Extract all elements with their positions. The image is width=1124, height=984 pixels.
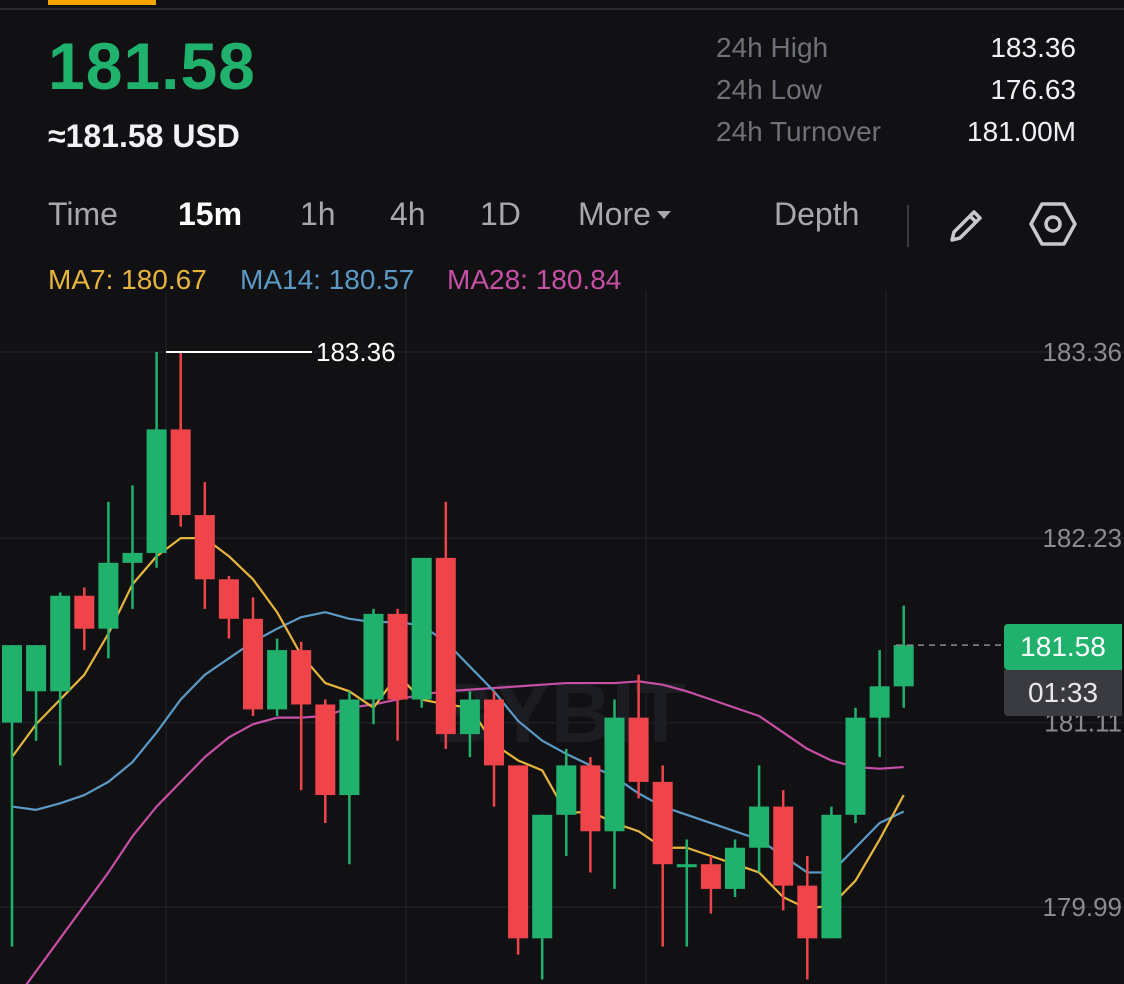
chart-overlay: 183.36 — [166, 337, 1004, 646]
candle-body — [2, 645, 22, 723]
candle-body — [508, 765, 529, 939]
top-border — [0, 0, 1124, 10]
candle-body — [532, 814, 553, 939]
candle-body — [291, 650, 312, 705]
candle-body — [604, 717, 625, 832]
candle-body — [339, 699, 360, 796]
candle-body — [98, 562, 119, 629]
tab-depth[interactable]: Depth — [774, 196, 859, 233]
tab-more-label: More — [578, 196, 651, 232]
countdown-badge: 01:33 — [1004, 670, 1122, 716]
last-price: 181.58 — [48, 29, 256, 103]
candle-body — [725, 847, 745, 889]
candle-body — [170, 429, 191, 516]
last-price-badge: 181.58 — [1004, 624, 1122, 670]
candle-body — [363, 613, 384, 700]
candle-body — [628, 717, 649, 782]
tab-1d[interactable]: 1D — [480, 196, 521, 233]
high-marker-label: 183.36 — [316, 337, 396, 367]
tab-more[interactable]: More — [578, 196, 671, 233]
candle-body — [315, 704, 336, 796]
stat-24h-high-value: 183.36 — [990, 32, 1076, 63]
candle-body — [459, 699, 480, 735]
candle-body — [243, 618, 263, 710]
stat-24h-high-label: 24h High — [716, 32, 829, 63]
moving-average-lines — [11, 537, 905, 984]
candle-body — [821, 814, 842, 939]
settings-hexagon-icon[interactable] — [1029, 200, 1077, 253]
candle-body — [194, 515, 215, 580]
stat-24h-turnover-label: 24h Turnover — [716, 116, 881, 147]
active-indicator — [48, 0, 156, 5]
candle-body — [869, 686, 890, 718]
candle-body — [387, 613, 408, 700]
candle-body — [146, 429, 167, 553]
y-axis-tick-label: 179.99 — [1042, 892, 1122, 922]
candle-body — [50, 595, 71, 692]
candle-body — [484, 699, 504, 766]
candle-body — [700, 864, 721, 889]
candle-body — [676, 864, 697, 868]
candle-body — [435, 557, 456, 735]
candle-body — [556, 765, 577, 815]
candle-body — [893, 645, 914, 687]
y-axis-tick-label: 182.23 — [1042, 523, 1122, 553]
candle-body — [773, 806, 794, 886]
pencil-icon[interactable] — [944, 202, 990, 253]
toolbar-divider — [907, 205, 909, 247]
candle-body — [749, 806, 770, 848]
stat-24h-low-value: 176.63 — [990, 74, 1076, 105]
candle-body — [122, 552, 143, 563]
stat-24h-turnover-value: 181.00M — [967, 116, 1076, 147]
candle-body — [218, 579, 239, 619]
candle-body — [652, 781, 673, 865]
chart-grid: 183.36182.23181.11179.99 — [0, 292, 1124, 984]
candle-body — [845, 717, 866, 815]
candlestick-chart[interactable]: 183.36182.23181.11179.99 BYBIT 183.36 — [0, 292, 1124, 984]
y-axis-tick-label: 183.36 — [1042, 337, 1122, 367]
caret-down-icon — [656, 210, 671, 219]
tab-time[interactable]: Time — [48, 196, 118, 233]
candle-body — [26, 645, 47, 692]
tab-4h[interactable]: 4h — [390, 196, 426, 233]
candle-body — [74, 595, 95, 629]
tab-1h[interactable]: 1h — [300, 196, 336, 233]
usd-equivalent: ≈181.58 USD — [48, 118, 240, 154]
candle-body — [267, 650, 288, 710]
candle-body — [580, 765, 601, 832]
stat-24h-low-label: 24h Low — [716, 74, 822, 105]
candle-body — [797, 885, 818, 939]
tab-15m[interactable]: 15m — [178, 196, 242, 233]
candle-body — [411, 557, 432, 700]
